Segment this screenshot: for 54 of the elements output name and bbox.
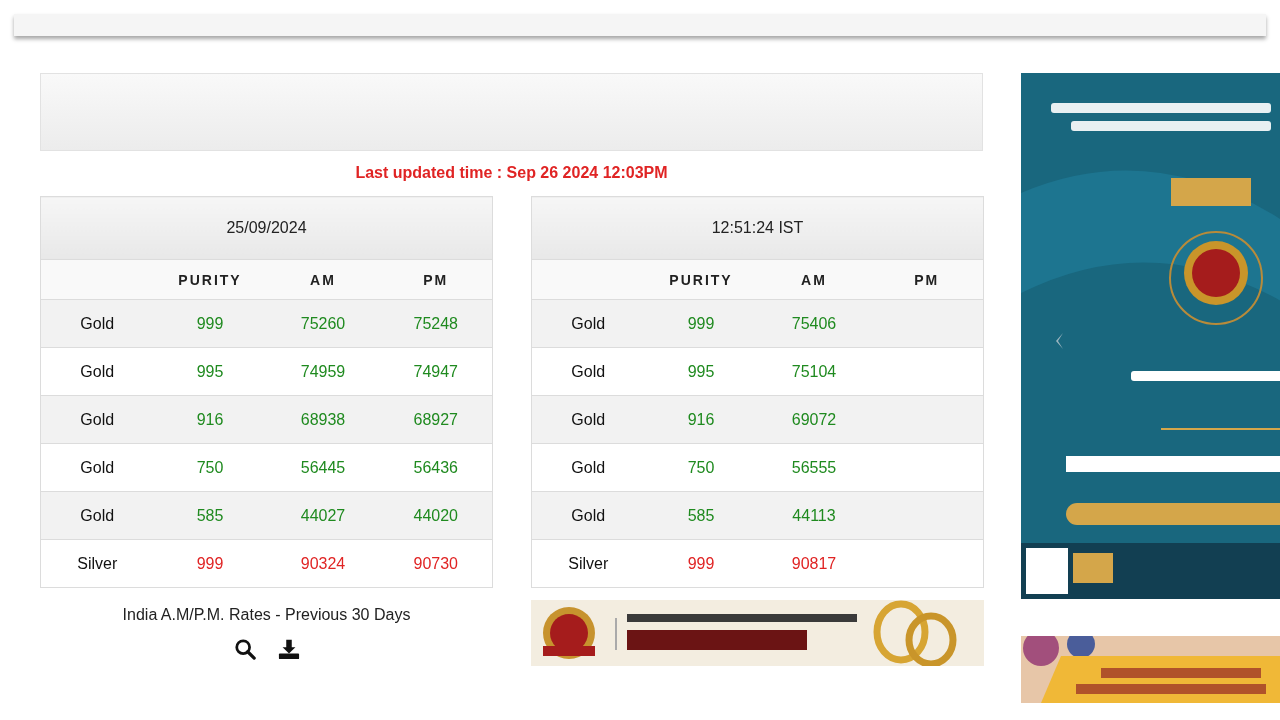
column-header: PM	[379, 259, 493, 300]
table-cell: 56555	[757, 443, 871, 492]
column-header: PURITY	[153, 259, 267, 300]
table-cell: 75248	[379, 299, 493, 348]
table-cell: Gold	[40, 395, 154, 444]
column-header: AM	[757, 259, 871, 300]
table-cell: 68927	[379, 395, 493, 444]
table-cell: 995	[153, 347, 267, 396]
column-header: PURITY	[644, 259, 758, 300]
table-cell: 90730	[379, 539, 493, 588]
table-cell: 999	[644, 539, 758, 588]
table-heading: 25/09/2024	[40, 196, 493, 260]
table-cell: Gold	[40, 299, 154, 348]
table-cell: 999	[153, 299, 267, 348]
table-cell: 56445	[266, 443, 380, 492]
table-cell: 90817	[757, 539, 871, 588]
table-heading: 12:51:24 IST	[531, 196, 984, 260]
table-cell: 999	[644, 299, 758, 348]
column-header: PM	[870, 259, 984, 300]
table-cell: 90324	[266, 539, 380, 588]
table-cell: Gold	[531, 347, 645, 396]
table-cell: 75104	[757, 347, 871, 396]
table-cell: 585	[153, 491, 267, 540]
table-cell: 75406	[757, 299, 871, 348]
table-cell: Silver	[531, 539, 645, 588]
table-cell: Gold	[531, 395, 645, 444]
last-updated-text: Last updated time : Sep 26 2024 12:03PM	[354, 164, 669, 182]
table-cell: 74947	[379, 347, 493, 396]
table-cell: 69072	[757, 395, 871, 444]
download-icon[interactable]	[277, 638, 300, 660]
table-cell: 750	[153, 443, 267, 492]
table-cell: 68938	[266, 395, 380, 444]
table-cell: 750	[644, 443, 758, 492]
column-header: AM	[266, 259, 380, 300]
table-cell: Silver	[40, 539, 154, 588]
search-icon[interactable]	[233, 638, 256, 660]
table-cell: 585	[644, 491, 758, 540]
table-cell: Gold	[40, 443, 154, 492]
table-cell: 44113	[757, 491, 871, 540]
table-cell: 56436	[379, 443, 493, 492]
table-cell: Gold	[531, 491, 645, 540]
table-cell: 74959	[266, 347, 380, 396]
table-cell: 75260	[266, 299, 380, 348]
table-cell: Gold	[40, 491, 154, 540]
table-cell: 44020	[379, 491, 493, 540]
table-cell: Gold	[531, 443, 645, 492]
table-cell: 999	[153, 539, 267, 588]
table-cell: 916	[153, 395, 267, 444]
history-link[interactable]: India A.M/P.M. Rates - Previous 30 Days	[122, 606, 411, 624]
table-cell: 916	[644, 395, 758, 444]
table-cell: Gold	[531, 299, 645, 348]
table-cell: 995	[644, 347, 758, 396]
table-cell: 44027	[266, 491, 380, 540]
table-cell: Gold	[40, 347, 154, 396]
